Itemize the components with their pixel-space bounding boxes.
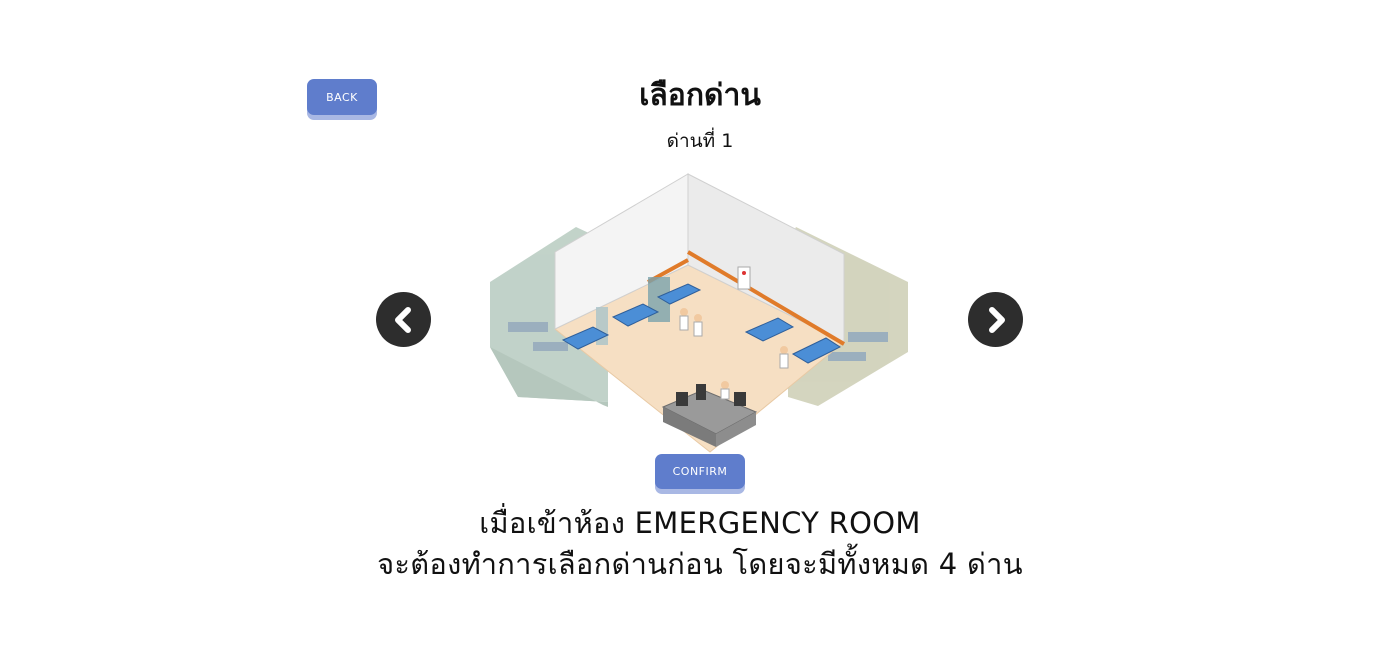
description-line-1: เมื่อเข้าห้อง EMERGENCY ROOM [479, 506, 921, 540]
confirm-button[interactable]: CONFIRM [655, 454, 745, 489]
stage-label: ด่านที่ 1 [666, 130, 734, 152]
next-stage-button[interactable] [968, 292, 1023, 347]
prev-stage-button[interactable] [376, 292, 431, 347]
description-line-2: จะต้องทำการเลือกด่านก่อน โดยจะมีทั้งหมด … [377, 547, 1023, 581]
emergency-room-illustration [490, 173, 908, 453]
chevron-left-icon [394, 306, 411, 333]
page-title: เลือกด่าน [639, 78, 761, 113]
chevron-right-icon [988, 306, 1005, 333]
